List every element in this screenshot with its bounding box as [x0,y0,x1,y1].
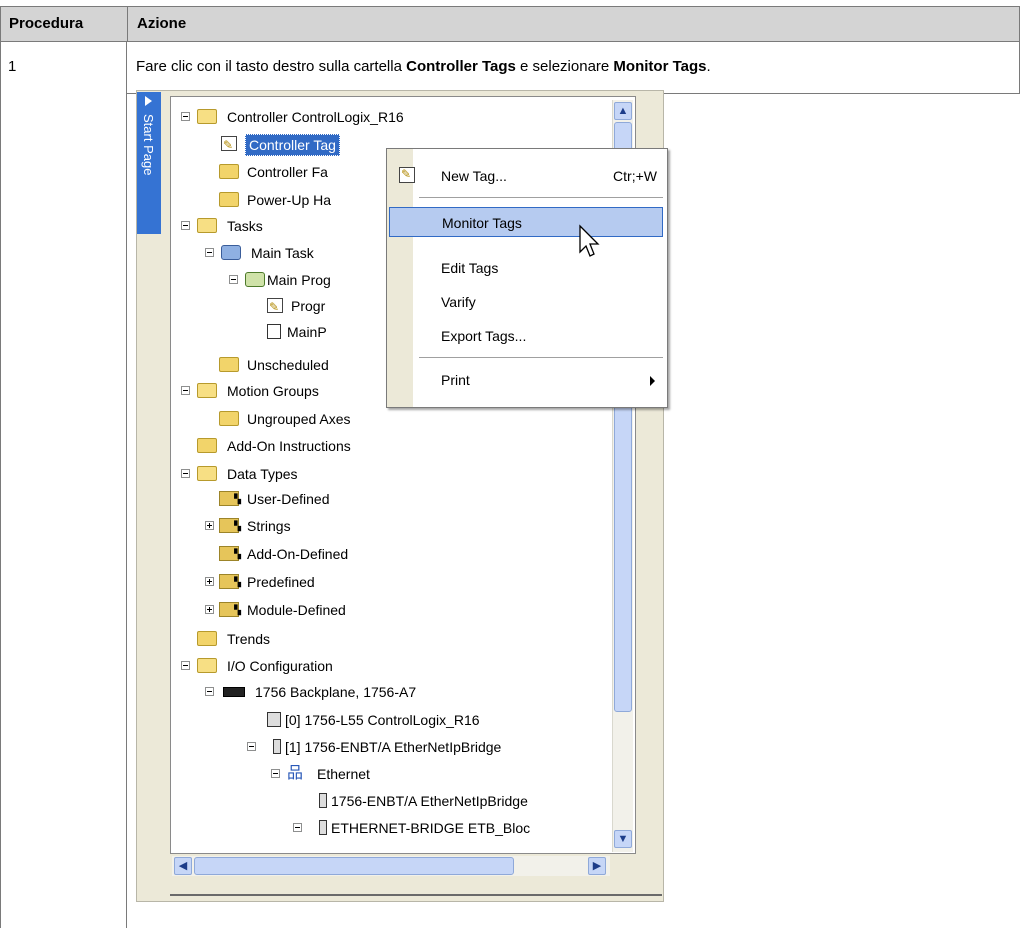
module-icon [319,793,327,808]
collapse-icon[interactable] [181,469,190,478]
tags-icon [221,135,237,155]
submenu-arrow-icon [650,376,655,386]
new-tag-shortcut: Ctr;+W [613,168,657,184]
collapse-icon[interactable] [181,221,190,230]
backplane-icon [223,687,245,697]
menu-item-monitor-tags[interactable]: Monitor Tags [389,207,663,237]
start-page-label: Start Page [141,114,156,176]
new-tag-icon [399,167,415,183]
panel-bottom-border [170,894,662,896]
instruction-text-1: Fare clic con il tasto destro sulla cart… [136,58,407,75]
step-instruction: Fare clic con il tasto destro sulla cart… [136,58,711,75]
folder-icon [219,192,239,207]
scroll-up-icon[interactable]: ▲ [614,102,632,120]
context-menu[interactable]: New Tag... Ctr;+W Monitor Tags Edit Tags… [386,148,668,408]
task-icon [221,245,241,260]
step-number: 1 [8,58,17,75]
scroll-right-icon[interactable]: ▶ [588,857,606,875]
header-procedura: Procedura [9,15,84,32]
data-type-folder-icon [219,572,241,592]
folder-icon [197,438,217,453]
instruction-bold-controller-tags: Controller Tags [406,58,516,75]
tab-arrow-icon [145,96,152,106]
collapse-icon[interactable] [271,769,280,778]
mouse-pointer-icon [579,224,600,257]
collapse-icon[interactable] [229,275,238,284]
tags-icon [267,297,283,317]
table-header-row: Procedura Azione [0,6,1020,42]
data-type-folder-icon [219,544,241,564]
controller-module-icon [267,712,281,727]
data-type-folder-icon [219,489,241,509]
folder-icon [219,164,239,179]
collapse-icon[interactable] [181,112,190,121]
instruction-text-2: e selezionare [515,58,614,75]
module-icon [319,820,327,835]
menu-item-edit-tags[interactable]: Edit Tags [389,253,663,283]
collapse-icon[interactable] [181,661,190,670]
header-divider [127,7,128,41]
start-page-tab[interactable]: Start Page [137,92,161,234]
menu-separator [419,197,663,198]
instruction-text-3: . [706,58,711,75]
expand-icon[interactable] [205,521,214,530]
menu-separator [419,357,663,358]
folder-icon [197,631,217,646]
table-border-right [1019,42,1020,93]
collapse-icon[interactable] [181,386,190,395]
folder-open-icon [197,218,217,233]
menu-item-verify[interactable]: Varify [389,287,663,317]
scroll-down-icon[interactable]: ▼ [614,830,632,848]
horizontal-scroll-thumb[interactable] [194,857,514,875]
menu-item-print[interactable]: Print [389,365,663,395]
scroll-left-icon[interactable]: ◀ [174,857,192,875]
program-icon [245,272,265,287]
menu-item-new-tag[interactable]: New Tag... Ctr;+W [389,161,663,191]
collapse-icon[interactable] [205,687,214,696]
data-type-folder-icon [219,516,241,536]
routine-icon [267,324,281,339]
collapse-icon[interactable] [205,248,214,257]
data-type-folder-icon [219,600,241,620]
menu-item-export-tags[interactable]: Export Tags... [389,321,663,351]
horizontal-scrollbar[interactable]: ◀ ▶ [172,856,610,876]
folder-open-icon [197,383,217,398]
folder-icon [219,357,239,372]
instruction-bold-monitor-tags: Monitor Tags [613,58,707,75]
table-border-left [0,42,1,928]
expand-icon[interactable] [205,577,214,586]
folder-open-icon [197,109,217,124]
module-icon [273,739,281,754]
header-azione: Azione [137,15,187,32]
network-icon [287,764,305,784]
folder-open-icon [197,658,217,673]
collapse-icon[interactable] [293,823,302,832]
table-column-divider [126,42,127,928]
collapse-icon[interactable] [247,742,256,751]
folder-icon [219,411,239,426]
expand-icon[interactable] [205,605,214,614]
folder-open-icon [197,466,217,481]
